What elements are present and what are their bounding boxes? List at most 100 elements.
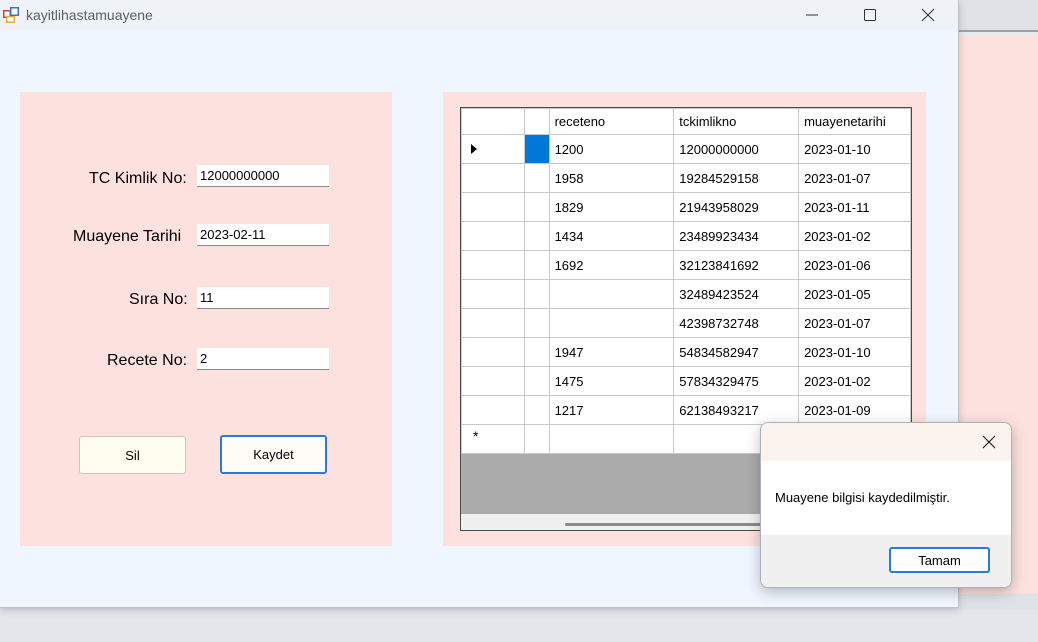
selected-cell[interactable]	[523, 134, 550, 164]
grid-cell[interactable]: 2023-01-10	[798, 337, 911, 367]
grid-cell[interactable]: 2023-01-11	[798, 192, 911, 222]
grid-cell[interactable]	[523, 395, 550, 425]
title-bar[interactable]: kayitlihastamuayene	[0, 0, 958, 30]
grid-cell[interactable]: 32123841692	[673, 250, 800, 280]
row-header[interactable]	[461, 395, 525, 425]
grid-cell[interactable]: 1947	[548, 337, 675, 367]
grid-cell[interactable]	[548, 279, 675, 309]
grid-cell[interactable]: 32489423524	[673, 279, 800, 309]
minimize-button[interactable]	[783, 0, 841, 30]
grid-cell[interactable]: 21943958029	[673, 192, 800, 222]
grid-cell[interactable]: 62138493217	[673, 395, 800, 425]
row-header[interactable]	[461, 337, 525, 367]
dialog-message: Muayene bilgisi kaydedilmiştir.	[775, 490, 950, 505]
tamam-button[interactable]: Tamam	[889, 547, 990, 573]
grid-cell[interactable]	[548, 424, 675, 454]
grid-cell[interactable]: 1434	[548, 221, 675, 251]
grid-cell[interactable]: 42398732748	[673, 308, 800, 338]
table-row[interactable]: 1947 54834582947 2023-01-10	[461, 337, 911, 367]
tc-kimlik-input[interactable]: 12000000000	[197, 165, 329, 187]
grid-cell[interactable]: 2023-01-09	[798, 395, 911, 425]
table-row[interactable]: 42398732748 2023-01-07	[461, 308, 911, 338]
grid-cell[interactable]	[523, 337, 550, 367]
grid-cell[interactable]: 23489923434	[673, 221, 800, 251]
table-row[interactable]: 1475 57834329475 2023-01-02	[461, 366, 911, 396]
table-row[interactable]: 32489423524 2023-01-05	[461, 279, 911, 309]
grid-cell[interactable]: 12000000000	[673, 134, 800, 164]
grid-cell[interactable]: 2023-01-06	[798, 250, 911, 280]
grid-header-blank	[523, 108, 550, 135]
row-header[interactable]	[461, 308, 525, 338]
grid-cell[interactable]	[523, 366, 550, 396]
dialog-close-button[interactable]	[977, 430, 1001, 454]
close-icon	[921, 8, 935, 22]
muayene-tarihi-input[interactable]: 2023-02-11	[197, 224, 329, 246]
grid-cell[interactable]: 1692	[548, 250, 675, 280]
form-panel	[20, 92, 392, 546]
row-header[interactable]: *	[461, 424, 525, 454]
sira-no-label: Sıra No:	[129, 291, 188, 308]
sil-button[interactable]: Sil	[79, 436, 186, 474]
grid-cell[interactable]: 2023-01-10	[798, 134, 911, 164]
kaydet-button[interactable]: Kaydet	[220, 435, 327, 474]
minimize-icon	[806, 14, 818, 16]
grid-cell[interactable]: 2023-01-05	[798, 279, 911, 309]
row-header[interactable]	[461, 163, 525, 193]
grid-cell[interactable]: 2023-01-07	[798, 163, 911, 193]
grid-cell[interactable]: 1475	[548, 366, 675, 396]
grid-cell[interactable]: 1829	[548, 192, 675, 222]
row-header[interactable]	[461, 250, 525, 280]
row-header[interactable]	[461, 366, 525, 396]
grid-cell[interactable]	[523, 308, 550, 338]
grid-cell[interactable]	[523, 250, 550, 280]
grid-cell[interactable]	[523, 221, 550, 251]
maximize-icon	[864, 9, 876, 21]
close-button[interactable]	[899, 0, 957, 30]
column-header-receteno[interactable]: receteno	[548, 108, 675, 135]
dialog-title-bar[interactable]	[761, 423, 1011, 461]
table-row[interactable]: 1200 12000000000 2023-01-10	[461, 134, 911, 164]
table-row[interactable]: 1829 21943958029 2023-01-11	[461, 192, 911, 222]
muayene-tarihi-label: Muayene Tarihi	[73, 228, 182, 245]
row-header[interactable]	[461, 192, 525, 222]
grid-table: receteno tckimlikno muayenetarihi 1200 12…	[461, 108, 911, 454]
table-row[interactable]: 1217 62138493217 2023-01-09	[461, 395, 911, 425]
close-icon	[982, 435, 996, 449]
tc-kimlik-label: TC Kimlik No:	[89, 170, 187, 187]
dialog-footer: Tamam	[761, 535, 1011, 587]
grid-cell[interactable]: 57834329475	[673, 366, 800, 396]
table-row[interactable]: 1434 23489923434 2023-01-02	[461, 221, 911, 251]
recete-no-label: Recete No:	[107, 352, 188, 369]
grid-cell[interactable]: 19284529158	[673, 163, 800, 193]
table-row[interactable]: 1958 19284529158 2023-01-07	[461, 163, 911, 193]
app-icon	[3, 7, 19, 23]
grid-cell[interactable]	[523, 424, 550, 454]
grid-corner-header[interactable]	[461, 108, 525, 135]
row-header[interactable]	[461, 279, 525, 309]
desktop-area	[0, 610, 1038, 642]
grid-cell[interactable]: 2023-01-02	[798, 221, 911, 251]
recete-no-input[interactable]: 2	[197, 348, 329, 370]
grid-cell[interactable]	[523, 192, 550, 222]
row-header[interactable]	[461, 221, 525, 251]
column-header-tckimlikno[interactable]: tckimlikno	[673, 108, 800, 135]
window-title: kayitlihastamuayene	[26, 7, 153, 23]
grid-cell[interactable]	[548, 308, 675, 338]
column-header-muayenetarihi[interactable]: muayenetarihi	[798, 108, 911, 135]
new-row-marker: *	[473, 428, 479, 444]
grid-cell[interactable]: 2023-01-07	[798, 308, 911, 338]
table-row[interactable]: 1692 32123841692 2023-01-06	[461, 250, 911, 280]
sira-no-input[interactable]: 11	[197, 287, 329, 309]
grid-cell[interactable]: 1200	[548, 134, 675, 164]
row-header[interactable]	[461, 134, 525, 164]
grid-cell[interactable]: 54834582947	[673, 337, 800, 367]
grid-cell[interactable]: 1217	[548, 395, 675, 425]
maximize-button[interactable]	[841, 0, 899, 30]
message-dialog: Muayene bilgisi kaydedilmiştir. Tamam	[760, 422, 1012, 588]
grid-cell[interactable]: 2023-01-02	[798, 366, 911, 396]
grid-cell[interactable]	[523, 163, 550, 193]
grid-cell[interactable]: 1958	[548, 163, 675, 193]
grid-cell[interactable]	[523, 279, 550, 309]
current-row-arrow-icon	[471, 144, 477, 154]
scrollbar-thumb[interactable]	[565, 523, 765, 526]
